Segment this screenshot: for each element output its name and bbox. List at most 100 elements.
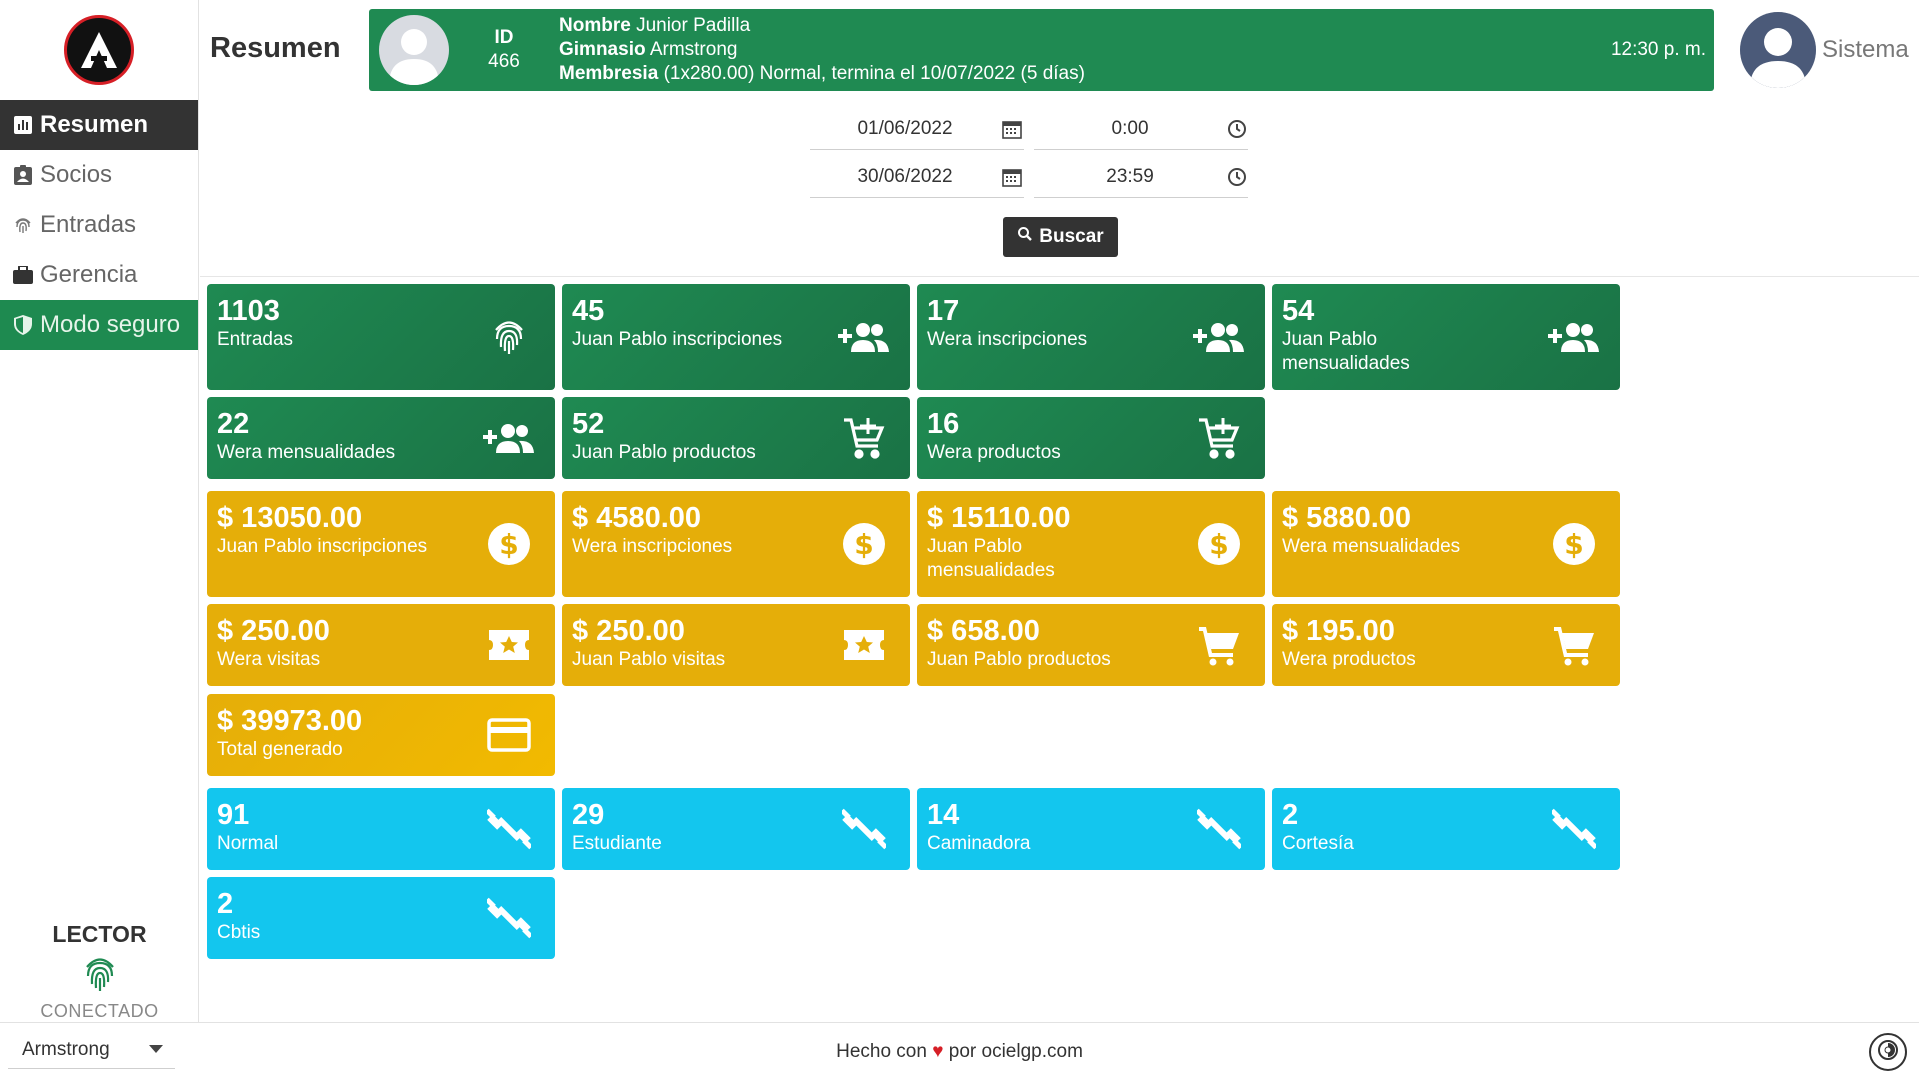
- add-group-icon: [1193, 311, 1245, 363]
- theme-toggle-button[interactable]: [1869, 1033, 1907, 1071]
- card-label: Wera productos: [1282, 649, 1416, 670]
- card-label: Entradas: [217, 329, 294, 350]
- card-wera-mensualidades[interactable]: 22 Wera mensualidades: [207, 397, 555, 479]
- sidebar-item-label: Socios: [40, 161, 113, 188]
- clock-icon[interactable]: [1226, 165, 1248, 189]
- end-time-field[interactable]: 23:59: [1034, 156, 1248, 198]
- dumbbell-icon: [1548, 803, 1600, 855]
- sidebar-item-gerencia[interactable]: Gerencia: [0, 250, 198, 300]
- dollar-icon: $: [483, 518, 535, 570]
- card-label: Wera visitas: [217, 649, 321, 670]
- card-jp-mensualidades-money[interactable]: $ 15110.00 Juan Pablo mensualidades $: [917, 491, 1265, 597]
- search-button[interactable]: Buscar: [1003, 217, 1118, 257]
- add-group-icon: [1548, 311, 1600, 363]
- logo-area: [0, 0, 198, 100]
- member-info-bar: ID 466 Nombre Junior Padilla Gimnasio Ar…: [369, 9, 1714, 91]
- fingerprint-icon: [12, 214, 34, 236]
- dumbbell-icon: [838, 803, 890, 855]
- sidebar-item-entradas[interactable]: Entradas: [0, 200, 198, 250]
- start-date-value: 01/06/2022: [857, 117, 953, 139]
- card-label: Juan Pablo inscripciones: [217, 536, 428, 557]
- member-gym-label: Gimnasio: [559, 39, 646, 60]
- sidebar-item-label: Gerencia: [40, 261, 138, 288]
- contrast-icon: [1877, 1039, 1899, 1066]
- clock-icon[interactable]: [1226, 117, 1248, 141]
- end-date-field[interactable]: 30/06/2022: [810, 156, 1024, 198]
- add-group-icon: [838, 311, 890, 363]
- user-name: Sistema: [1822, 36, 1909, 63]
- svg-text:$: $: [1564, 528, 1583, 561]
- cart-icon: [1193, 619, 1245, 671]
- card-jp-productos-money[interactable]: $ 658.00 Juan Pablo productos: [917, 604, 1265, 686]
- end-date-value: 30/06/2022: [857, 165, 953, 187]
- card-label: Wera inscripciones: [927, 329, 1088, 350]
- reader-title: LECTOR: [52, 921, 147, 947]
- card-jp-inscripciones[interactable]: 45 Juan Pablo inscripciones: [562, 284, 910, 390]
- card-label: Wera mensualidades: [217, 442, 396, 463]
- card-wera-mensualidades-money[interactable]: $ 5880.00 Wera mensualidades $: [1272, 491, 1620, 597]
- card-label: Cbtis: [217, 922, 261, 943]
- card-label: Juan Pablo mensualidades: [1282, 329, 1410, 374]
- calendar-icon[interactable]: [1000, 117, 1024, 141]
- chart-icon: [12, 114, 34, 136]
- user-avatar[interactable]: [1740, 12, 1816, 88]
- current-time: 12:30 p. m.: [1610, 39, 1706, 60]
- card-label: Juan Pablo inscripciones: [572, 329, 783, 350]
- member-membership-label: Membresia: [559, 63, 659, 84]
- add-cart-icon: [1193, 412, 1245, 464]
- add-cart-icon: [838, 412, 890, 464]
- card-caminadora[interactable]: 14 Caminadora: [917, 788, 1265, 870]
- footer-credits: Hecho con ♥ por ocielgp.com: [0, 1041, 1919, 1063]
- sidebar-item-socios[interactable]: Socios: [0, 150, 198, 200]
- reader-connection-status: CONECTADO: [40, 1001, 159, 1021]
- card-jp-inscripciones-money[interactable]: $ 13050.00 Juan Pablo inscripciones $: [207, 491, 555, 597]
- svg-text:$: $: [499, 528, 518, 561]
- card-cbtis[interactable]: 2 Cbtis: [207, 877, 555, 959]
- reader-fingerprint-icon: [0, 954, 199, 999]
- start-time-field[interactable]: 0:00: [1034, 108, 1248, 150]
- card-wera-productos[interactable]: 16 Wera productos: [917, 397, 1265, 479]
- member-id-value: 466: [488, 51, 520, 72]
- start-date-field[interactable]: 01/06/2022: [810, 108, 1024, 150]
- card-total[interactable]: $ 39973.00 Total generado: [207, 694, 555, 776]
- card-estudiante[interactable]: 29 Estudiante: [562, 788, 910, 870]
- card-label: Total generado: [217, 739, 343, 760]
- card-wera-inscripciones[interactable]: 17 Wera inscripciones: [917, 284, 1265, 390]
- member-avatar: [379, 15, 449, 85]
- credits-link[interactable]: por ocielgp.com: [949, 1041, 1083, 1062]
- card-label: Caminadora: [927, 833, 1031, 854]
- start-time-value: 0:00: [1111, 117, 1149, 139]
- sidebar-item-resumen[interactable]: Resumen: [0, 100, 198, 150]
- card-jp-productos[interactable]: 52 Juan Pablo productos: [562, 397, 910, 479]
- card-entradas[interactable]: 1103 Entradas: [207, 284, 555, 390]
- app-logo[interactable]: [64, 15, 134, 85]
- card-cortesia[interactable]: 2 Cortesía: [1272, 788, 1620, 870]
- section-divider: [200, 276, 1919, 277]
- member-membership-line: Membresia (1x280.00) Normal, termina el …: [559, 62, 1611, 86]
- add-group-icon: [483, 412, 535, 464]
- card-wera-productos-money[interactable]: $ 195.00 Wera productos: [1272, 604, 1620, 686]
- card-jp-visitas-money[interactable]: $ 250.00 Juan Pablo visitas: [562, 604, 910, 686]
- sidebar-item-label: Modo seguro: [40, 311, 181, 338]
- fingerprint-icon: [483, 311, 535, 363]
- reader-status-panel: LECTOR CONECTADO: [0, 921, 199, 1022]
- svg-text:$: $: [1209, 528, 1228, 561]
- card-label: Juan Pablo visitas: [572, 649, 726, 670]
- search-icon: [1017, 226, 1033, 248]
- sidebar-item-label: Resumen: [40, 111, 149, 138]
- credits-prefix: Hecho con: [836, 1041, 927, 1062]
- calendar-icon[interactable]: [1000, 165, 1024, 189]
- user-menu[interactable]: Sistema: [1740, 12, 1909, 88]
- card-wera-inscripciones-money[interactable]: $ 4580.00 Wera inscripciones $: [562, 491, 910, 597]
- card-label: Wera inscripciones: [572, 536, 733, 557]
- badge-icon: [12, 164, 34, 186]
- card-jp-mensualidades[interactable]: 54 Juan Pablo mensualidades: [1272, 284, 1620, 390]
- shield-icon: [12, 314, 34, 336]
- card-label: Wera mensualidades: [1282, 536, 1461, 557]
- card-label: Wera productos: [927, 442, 1061, 463]
- briefcase-icon: [12, 264, 34, 286]
- card-wera-visitas-money[interactable]: $ 250.00 Wera visitas: [207, 604, 555, 686]
- card-normal[interactable]: 91 Normal: [207, 788, 555, 870]
- sidebar-item-modo-seguro[interactable]: Modo seguro: [0, 300, 198, 350]
- card-label: Estudiante: [572, 833, 662, 854]
